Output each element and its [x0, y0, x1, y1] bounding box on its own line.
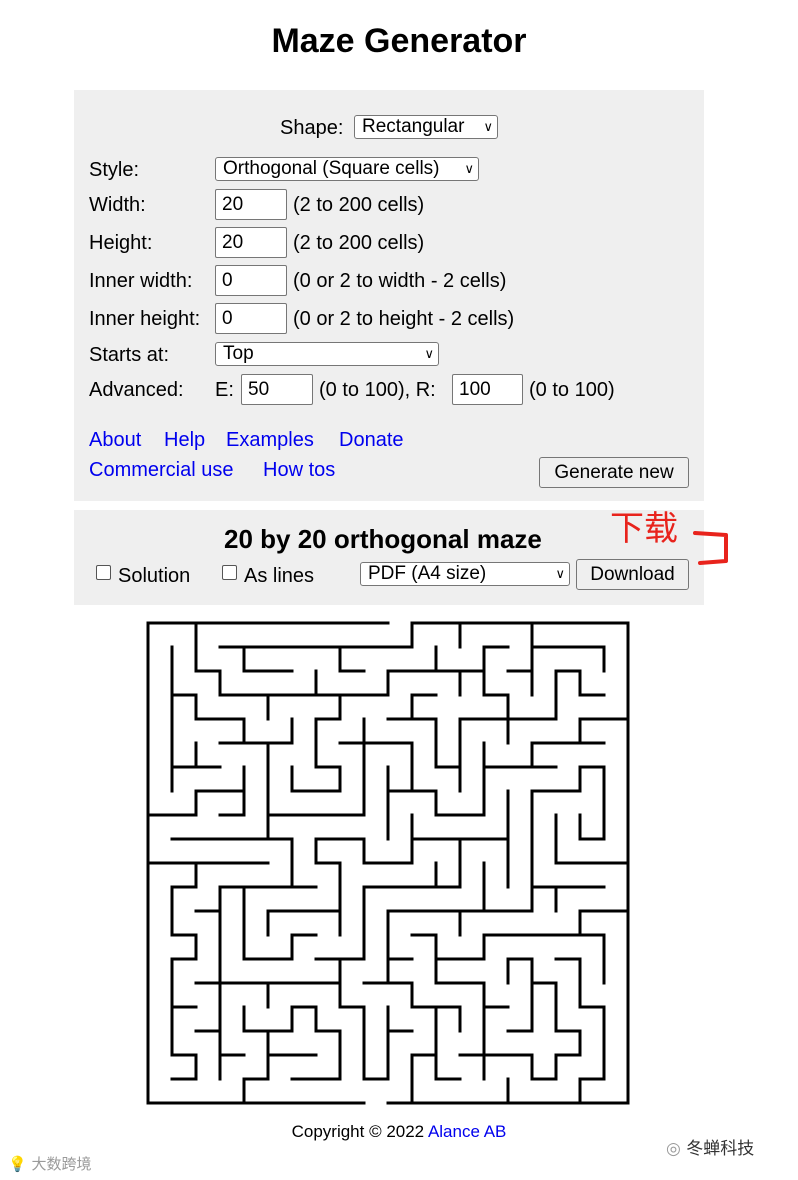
chevron-down-icon: ∨ — [555, 566, 565, 581]
wechat-icon: ◎ — [666, 1139, 681, 1159]
inner-height-hint: (0 or 2 to height - 2 cells) — [293, 308, 515, 330]
e-label: E: — [215, 379, 234, 401]
alance-link[interactable]: Alance AB — [428, 1122, 506, 1141]
width-input[interactable]: 20 — [215, 189, 287, 220]
solution-label: Solution — [118, 565, 191, 587]
right-watermark-text: 冬蝉科技 — [686, 1139, 755, 1159]
maze-image — [146, 621, 630, 1105]
as-lines-checkbox[interactable] — [222, 565, 237, 580]
format-select[interactable]: PDF (A4 size) ∨ — [360, 562, 570, 586]
e-input[interactable]: 50 — [241, 374, 313, 405]
shape-label: Shape: — [280, 117, 344, 139]
annotation-bracket — [693, 531, 728, 565]
starts-at-select[interactable]: Top ∨ — [215, 342, 439, 366]
donate-link[interactable]: Donate — [339, 428, 404, 452]
page-title: Maze Generator — [271, 22, 527, 60]
inner-width-input[interactable]: 0 — [215, 265, 287, 296]
r-hint: (0 to 100) — [529, 379, 615, 401]
width-hint: (2 to 200 cells) — [293, 194, 425, 216]
watermark-logo-icon: 💡 — [8, 1155, 27, 1173]
about-link[interactable]: About — [89, 428, 141, 452]
height-hint: (2 to 200 cells) — [293, 232, 425, 254]
format-select-value: PDF (A4 size) — [368, 563, 487, 584]
style-label: Style: — [89, 159, 140, 181]
chevron-down-icon: ∨ — [464, 161, 474, 176]
starts-at-select-value: Top — [223, 343, 254, 364]
download-button[interactable]: Download — [576, 559, 689, 590]
examples-link[interactable]: Examples — [226, 428, 314, 452]
right-watermark: ◎ 冬蝉科技 — [666, 1134, 754, 1159]
as-lines-label: As lines — [244, 565, 315, 587]
chevron-down-icon: ∨ — [424, 346, 434, 361]
solution-checkbox[interactable] — [96, 565, 111, 580]
download-annotation: 下载 — [610, 509, 678, 549]
left-watermark-text: 大数跨境 — [31, 1155, 92, 1173]
options-panel: Shape: Rectangular ∨ Style: Orthogonal (… — [74, 90, 704, 501]
height-input[interactable]: 20 — [215, 227, 287, 258]
inner-height-input[interactable]: 0 — [215, 303, 287, 334]
e-hint: (0 to 100), R: — [319, 379, 436, 401]
r-input[interactable]: 100 — [452, 374, 523, 405]
chevron-down-icon: ∨ — [483, 119, 493, 134]
height-label: Height: — [89, 232, 153, 254]
inner-width-hint: (0 or 2 to width - 2 cells) — [293, 270, 507, 292]
help-link[interactable]: Help — [164, 428, 205, 452]
generate-new-button[interactable]: Generate new — [539, 457, 689, 488]
left-watermark: 💡 大数跨境 — [8, 1153, 91, 1174]
style-select[interactable]: Orthogonal (Square cells) ∨ — [215, 157, 479, 181]
style-select-value: Orthogonal (Square cells) — [223, 158, 440, 179]
maze-heading: 20 by 20 orthogonal maze — [224, 524, 542, 554]
shape-select-value: Rectangular — [362, 116, 465, 137]
how-tos-link[interactable]: How tos — [263, 458, 335, 482]
shape-select[interactable]: Rectangular ∨ — [354, 115, 498, 139]
advanced-label: Advanced: — [89, 379, 184, 401]
commercial-use-link[interactable]: Commercial use — [89, 458, 233, 482]
starts-at-label: Starts at: — [89, 344, 170, 366]
inner-height-label: Inner height: — [89, 308, 201, 330]
copyright-text: Copyright © 2022 — [291, 1122, 425, 1141]
width-label: Width: — [89, 194, 146, 216]
inner-width-label: Inner width: — [89, 270, 193, 292]
